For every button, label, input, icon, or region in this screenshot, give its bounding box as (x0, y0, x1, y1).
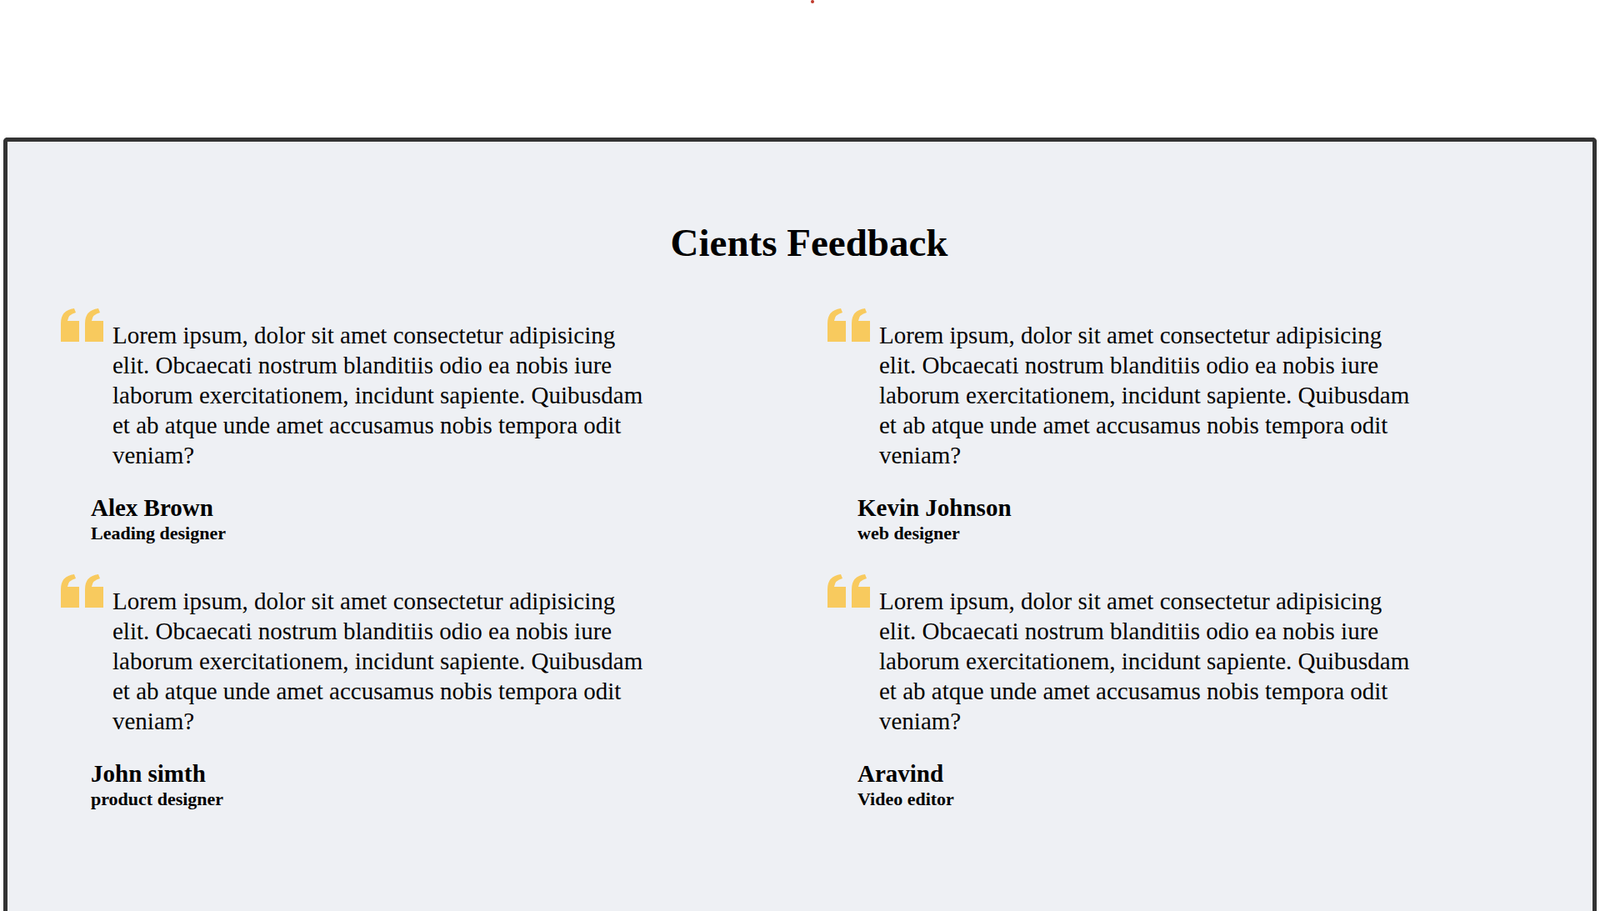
person-name: Aravind (857, 759, 1560, 788)
testimonial-text: Lorem ipsum, dolor sit amet consectetur … (879, 320, 1413, 470)
person: AravindVideo editor (857, 759, 1560, 811)
person-name: Kevin Johnson (857, 493, 1560, 522)
quote-icon (59, 572, 106, 610)
testimonial-text: Lorem ipsum, dolor sit amet consectetur … (112, 585, 646, 736)
testimonial-text: Lorem ipsum, dolor sit amet consectetur … (879, 585, 1413, 736)
person-name: Alex Brown (90, 493, 793, 522)
quote-icon (825, 572, 873, 610)
top-area (0, 0, 1600, 138)
person-role: Leading designer (90, 521, 793, 545)
testimonial-card: Lorem ipsum, dolor sit amet consectetur … (825, 572, 1560, 811)
section-title: Cients Feedback (59, 220, 1560, 265)
person-role: product designer (90, 787, 793, 811)
person: Alex BrownLeading designer (90, 493, 793, 545)
quote-icon (825, 306, 873, 344)
person-name: John simth (90, 759, 793, 788)
testimonial-card: Lorem ipsum, dolor sit amet consectetur … (59, 572, 793, 811)
page: Cients Feedback Lorem ipsum, dolor sit am… (0, 0, 1600, 911)
dot-mark (810, 0, 815, 4)
quote-icon (59, 306, 106, 344)
testimonial-text: Lorem ipsum, dolor sit amet consectetur … (112, 320, 646, 470)
testimonial-grid: Lorem ipsum, dolor sit amet consectetur … (59, 306, 1560, 811)
testimonial-card: Lorem ipsum, dolor sit amet consectetur … (59, 306, 793, 545)
person-role: Video editor (857, 787, 1560, 811)
feedback-section: Cients Feedback Lorem ipsum, dolor sit am… (3, 137, 1597, 911)
person-role: web designer (857, 521, 1560, 545)
person: John simthproduct designer (90, 759, 793, 811)
person: Kevin Johnsonweb designer (857, 493, 1560, 545)
testimonial-card: Lorem ipsum, dolor sit amet consectetur … (825, 306, 1560, 545)
